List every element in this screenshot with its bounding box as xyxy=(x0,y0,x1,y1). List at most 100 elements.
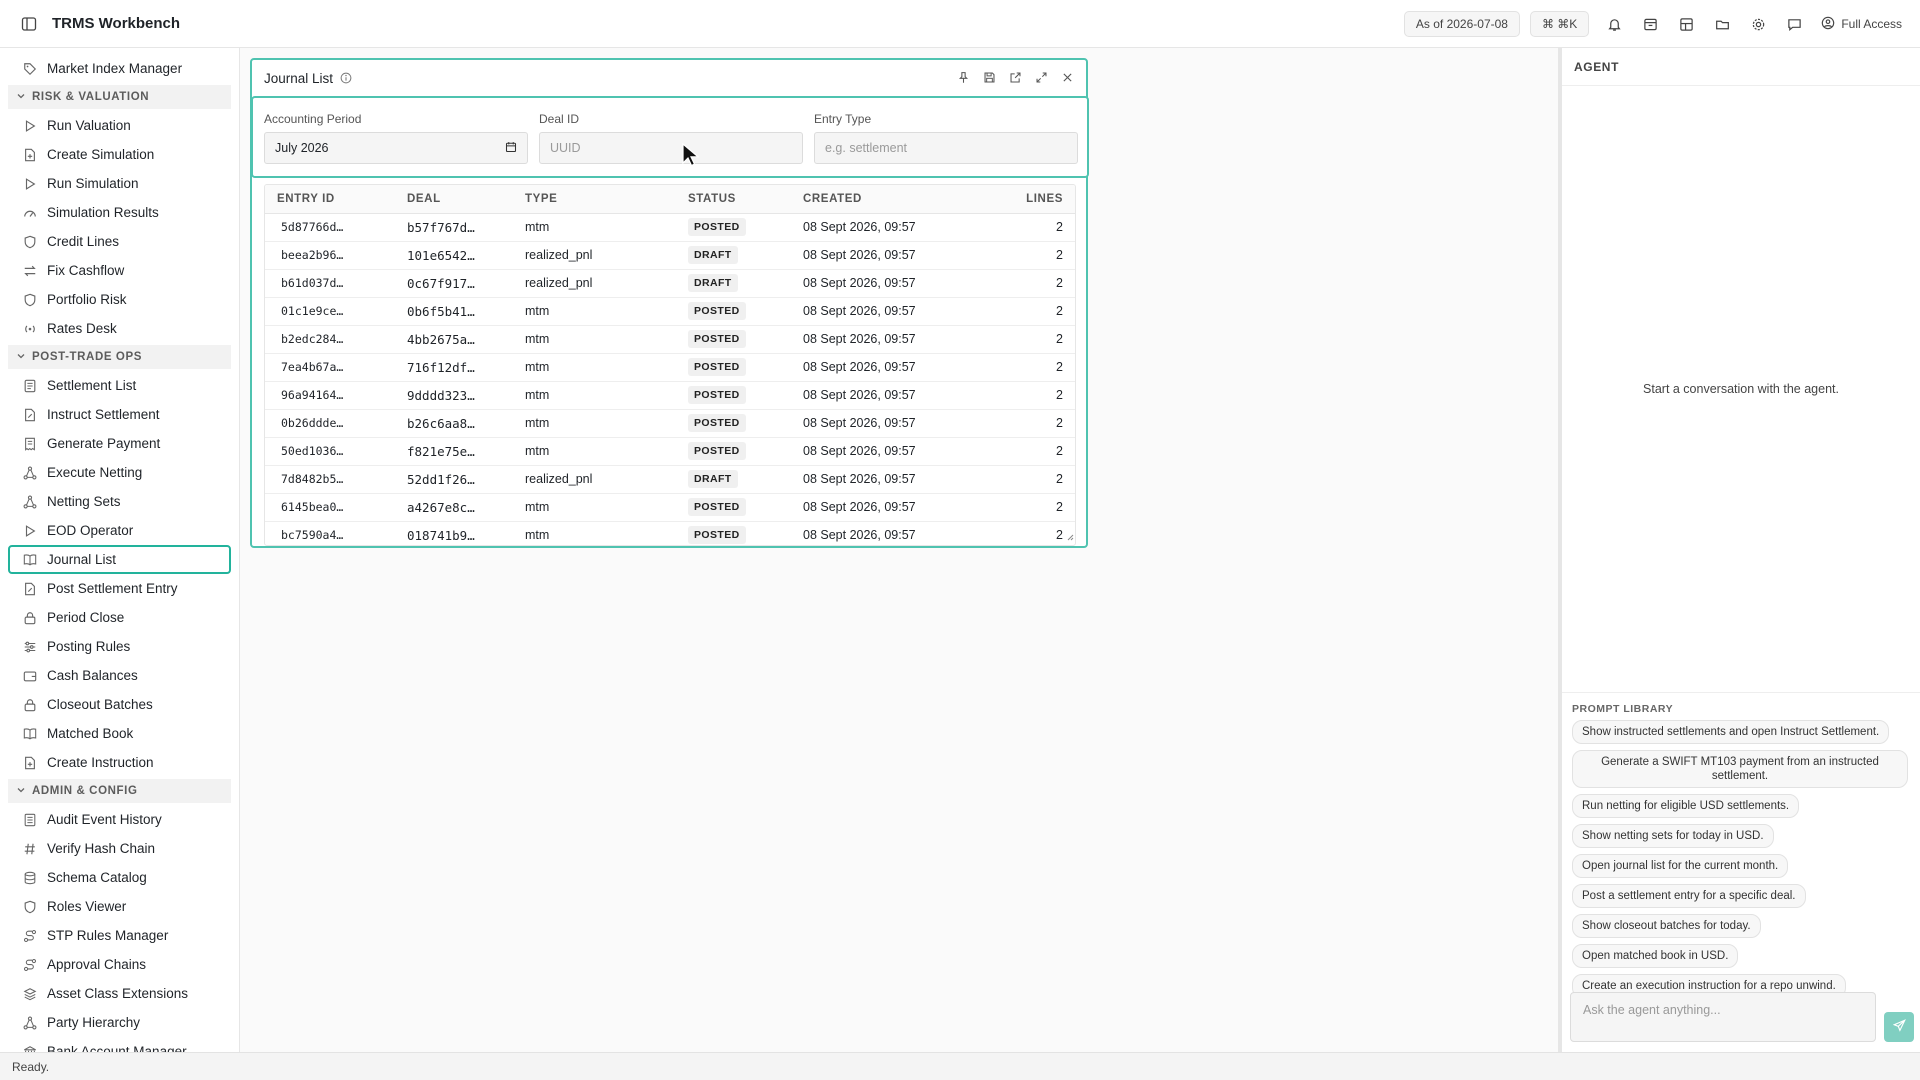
sidebar-item-party-hierarchy[interactable]: Party Hierarchy xyxy=(8,1008,231,1037)
as-of-date-button[interactable]: As of 2026-07-08 xyxy=(1403,11,1520,37)
chat-icon[interactable] xyxy=(1783,13,1805,35)
table-row[interactable]: 50ed1036… f821e75e… mtm POSTED 08 Sept 2026,… xyxy=(265,437,1075,466)
play-icon xyxy=(22,523,37,538)
sidebar-item-instruct-settlement[interactable]: Instruct Settlement xyxy=(8,400,231,429)
prompt-chip[interactable]: Open journal list for the current month. xyxy=(1572,854,1789,878)
entry-type-input[interactable]: e.g. settlement xyxy=(814,132,1078,164)
section-admin-config[interactable]: ADMIN & CONFIG xyxy=(8,779,231,803)
sidebar-item-create-instruction[interactable]: Create Instruction xyxy=(8,748,231,777)
status-cell: POSTED xyxy=(676,409,791,438)
entry-id-cell: 96a94164… xyxy=(265,381,395,410)
table-row[interactable]: 6145bea0… a4267e8c… mtm POSTED 08 Sept 2026,… xyxy=(265,493,1075,522)
bell-icon[interactable] xyxy=(1603,13,1625,35)
sidebar-item-post-settlement-entry[interactable]: Post Settlement Entry xyxy=(8,574,231,603)
sidebar-item-approval-chains[interactable]: Approval Chains xyxy=(8,950,231,979)
sidebar-item-bank-account-manager[interactable]: Bank Account Manager xyxy=(8,1037,231,1052)
sidebar-item-generate-payment[interactable]: Generate Payment xyxy=(8,429,231,458)
table-row[interactable]: 01c1e9ce… 0b6f5b41… mtm POSTED 08 Sept 2026,… xyxy=(265,297,1075,326)
close-icon[interactable] xyxy=(1058,68,1076,86)
column-header-entry-id[interactable]: ENTRY ID xyxy=(265,185,395,214)
column-header-deal[interactable]: DEAL xyxy=(395,185,513,214)
table-row[interactable]: 7ea4b67a… 716f12df… mtm POSTED 08 Sept 2026,… xyxy=(265,353,1075,382)
layout-icon[interactable] xyxy=(1675,13,1697,35)
access-label: Full Access xyxy=(1841,17,1902,31)
sidebar-item-portfolio-risk[interactable]: Portfolio Risk xyxy=(8,285,231,314)
entry-id-cell: b2edc284… xyxy=(265,325,395,354)
table-row[interactable]: 5d87766d… b57f767d… mtm POSTED 08 Sept 2026,… xyxy=(265,213,1075,242)
sidebar-item-fix-cashflow[interactable]: Fix Cashflow xyxy=(8,256,231,285)
sidebar-item-create-simulation[interactable]: Create Simulation xyxy=(8,140,231,169)
deal-cell: 0c67f917… xyxy=(395,269,513,298)
sidebar-item-label: Execute Netting xyxy=(47,465,143,480)
gear-icon[interactable] xyxy=(1747,13,1769,35)
created-cell: 08 Sept 2026, 09:57 xyxy=(791,437,991,466)
inbox-icon[interactable] xyxy=(1639,13,1661,35)
table-row[interactable]: beea2b96… 101e6542… realized_pnl DRAFT 08 Se… xyxy=(265,241,1075,270)
sidebar-item-posting-rules[interactable]: Posting Rules xyxy=(8,632,231,661)
prompt-chip[interactable]: Show instructed settlements and open Ins… xyxy=(1572,720,1890,744)
table-row[interactable]: 7d8482b5… 52dd1f26… realized_pnl DRAFT 08 Se… xyxy=(265,465,1075,494)
sidebar-item-closeout-batches[interactable]: Closeout Batches xyxy=(8,690,231,719)
accounting-period-input[interactable]: July 2026 xyxy=(264,132,528,164)
sidebar-item-stp-rules-manager[interactable]: STP Rules Manager xyxy=(8,921,231,950)
prompt-chip[interactable]: Open matched book in USD. xyxy=(1572,944,1739,968)
sidebar-item-roles-viewer[interactable]: Roles Viewer xyxy=(8,892,231,921)
type-cell: mtm xyxy=(513,325,676,354)
table-row[interactable]: bc7590a4… 018741b9… mtm POSTED 08 Sept 2026,… xyxy=(265,521,1075,545)
sidebar-item-rates-desk[interactable]: Rates Desk xyxy=(8,314,231,343)
table-row[interactable]: 0b26ddde… b26c6aa8… mtm POSTED 08 Sept 2026,… xyxy=(265,409,1075,438)
sidebar-item-settlement-list[interactable]: Settlement List xyxy=(8,371,231,400)
prompt-chip[interactable]: Show netting sets for today in USD. xyxy=(1572,824,1774,848)
agent-message-input[interactable]: Ask the agent anything... xyxy=(1570,992,1876,1042)
send-icon xyxy=(1892,1019,1906,1035)
column-header-type[interactable]: TYPE xyxy=(513,185,676,214)
sidebar-item-label: Generate Payment xyxy=(47,436,161,451)
section-risk-valuation[interactable]: RISK & VALUATION xyxy=(8,85,231,109)
access-level[interactable]: Full Access xyxy=(1821,16,1902,33)
prompt-chip[interactable]: Post a settlement entry for a specific d… xyxy=(1572,884,1806,908)
prompt-chip[interactable]: Generate a SWIFT MT103 payment from an i… xyxy=(1572,750,1908,788)
sidebar-item-matched-book[interactable]: Matched Book xyxy=(8,719,231,748)
prompt-chip[interactable]: Run netting for eligible USD settlements… xyxy=(1572,794,1800,818)
table-row[interactable]: 96a94164… 9dddd323… mtm POSTED 08 Sept 2026,… xyxy=(265,381,1075,410)
save-icon[interactable] xyxy=(980,68,998,86)
deal-id-input[interactable]: UUID xyxy=(539,132,803,164)
status-badge: POSTED xyxy=(688,442,746,460)
sidebar-item-asset-class-extensions[interactable]: Asset Class Extensions xyxy=(8,979,231,1008)
table-row[interactable]: b61d037d… 0c67f917… realized_pnl DRAFT 08 Se… xyxy=(265,269,1075,298)
sidebar-item-market-index-manager[interactable]: Market Index Manager xyxy=(8,54,231,83)
table-row[interactable]: b2edc284… 4bb2675a… mtm POSTED 08 Sept 2026,… xyxy=(265,325,1075,354)
sidebar-item-run-simulation[interactable]: Run Simulation xyxy=(8,169,231,198)
sidebar-item-audit-event-history[interactable]: Audit Event History xyxy=(8,805,231,834)
deal-cell: f821e75e… xyxy=(395,437,513,466)
sidebar-item-credit-lines[interactable]: Credit Lines xyxy=(8,227,231,256)
sidebar-item-cash-balances[interactable]: Cash Balances xyxy=(8,661,231,690)
info-icon[interactable] xyxy=(340,72,352,84)
sidebar-item-verify-hash-chain[interactable]: Verify Hash Chain xyxy=(8,834,231,863)
deal-cell: 52dd1f26… xyxy=(395,465,513,494)
sidebar-item-eod-operator[interactable]: EOD Operator xyxy=(8,516,231,545)
send-button[interactable] xyxy=(1884,1012,1914,1042)
resize-handle-icon[interactable] xyxy=(1066,529,1074,544)
command-palette-button[interactable]: ⌘ ⌘K xyxy=(1529,11,1590,37)
panel-actions xyxy=(954,68,1076,86)
sidebar-item-netting-sets[interactable]: Netting Sets xyxy=(8,487,231,516)
sidebar-item-journal-list[interactable]: Journal List xyxy=(8,545,231,574)
calendar-icon[interactable] xyxy=(505,141,517,156)
pin-icon[interactable] xyxy=(954,68,972,86)
sidebar-item-execute-netting[interactable]: Execute Netting xyxy=(8,458,231,487)
section-post-trade-ops[interactable]: POST-TRADE OPS xyxy=(8,345,231,369)
column-header-lines[interactable]: LINES xyxy=(991,185,1075,214)
prompt-chip[interactable]: Show closeout batches for today. xyxy=(1572,914,1761,938)
external-link-icon[interactable] xyxy=(1006,68,1024,86)
status-cell: DRAFT xyxy=(676,241,791,270)
folder-icon[interactable] xyxy=(1711,13,1733,35)
sidebar-item-schema-catalog[interactable]: Schema Catalog xyxy=(8,863,231,892)
sidebar-item-period-close[interactable]: Period Close xyxy=(8,603,231,632)
maximize-icon[interactable] xyxy=(1032,68,1050,86)
column-header-created[interactable]: CREATED xyxy=(791,185,991,214)
column-header-status[interactable]: STATUS xyxy=(676,185,791,214)
sidebar-toggle-icon[interactable] xyxy=(18,13,40,35)
sidebar-item-simulation-results[interactable]: Simulation Results xyxy=(8,198,231,227)
sidebar-item-run-valuation[interactable]: Run Valuation xyxy=(8,111,231,140)
